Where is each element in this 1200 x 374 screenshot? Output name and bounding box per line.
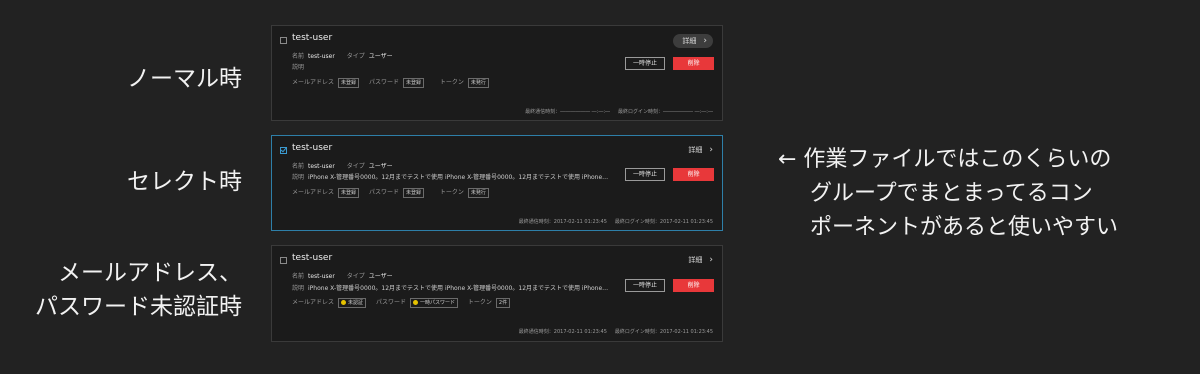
card-footer: 最終通信時刻：2017-02-11 01:23:45 最終ログイン時刻：2017-… (511, 328, 713, 335)
password-key: パスワード (368, 79, 399, 86)
status-row: メールアドレス 未認証 パスワード 一時パスワード トークン 2件 (292, 297, 518, 308)
email-status-tag: 未登録 (338, 187, 360, 198)
type-value: ユーザー (368, 163, 393, 170)
name-key: 名前 (292, 273, 305, 280)
description-row: 説明 iPhone X-管理番号0000。12月までテストで使用 iPhone X… (292, 283, 614, 292)
detail-label: 詳細 (682, 37, 697, 45)
password-status-text: 一時パスワード (419, 299, 455, 306)
type-key: タイプ (346, 53, 365, 60)
detail-link[interactable]: 詳細 › (673, 34, 713, 48)
type-key: タイプ (346, 163, 365, 170)
name-value: test-user (308, 273, 335, 280)
card-footer: 最終通信時刻：―――――― ―:―:― 最終ログイン時刻：―――――― ―:―:― (517, 108, 713, 115)
token-status-tag: 未発行 (467, 77, 489, 88)
warning-dot-icon (341, 299, 347, 305)
token-key: トークン (467, 299, 492, 306)
card-footer: 最終通信時刻：2017-02-11 01:23:45 最終ログイン時刻：2017-… (511, 218, 713, 225)
password-key: パスワード (368, 189, 399, 196)
name-type-row: 名前 test-user タイプ ユーザー (292, 271, 393, 280)
type-value: ユーザー (368, 53, 393, 60)
desc-key: 説明 (292, 64, 305, 71)
state-label-unverified-1: メールアドレス、 (58, 260, 242, 286)
card-username: test-user (292, 143, 333, 153)
chevron-right-icon: › (709, 255, 713, 265)
desc-value: iPhone X-管理番号0000。12月までテストで使用 iPhone X-管… (308, 285, 609, 292)
last-login-time: 最終ログイン時刻：2017-02-11 01:23:45 (614, 219, 713, 225)
delete-button[interactable]: 削除 (673, 57, 714, 70)
chevron-right-icon: › (703, 36, 707, 46)
email-status-tag: 未認証 (338, 297, 367, 308)
suspend-button[interactable]: 一時停止 (625, 57, 665, 70)
user-card-normal[interactable]: test-user 名前 test-user タイプ ユーザー 説明 メールアドレス… (271, 25, 723, 121)
type-value: ユーザー (368, 273, 393, 280)
annotation-note: ← 作業ファイルではこのくらいの グループでまとまってるコン ポーネントがあると… (778, 143, 1118, 245)
type-key: タイプ (346, 273, 365, 280)
state-label-selected: セレクト時 (127, 169, 242, 195)
detail-link[interactable]: 詳細 › (688, 145, 713, 155)
select-checkbox[interactable] (280, 257, 287, 264)
delete-button[interactable]: 削除 (673, 168, 714, 181)
desc-value: iPhone X-管理番号0000。12月までテストで使用 iPhone X-管… (308, 174, 609, 181)
password-key: パスワード (375, 299, 406, 306)
detail-label: 詳細 (688, 256, 703, 264)
token-status-tag: 2件 (495, 297, 511, 308)
user-card-selected[interactable]: test-user 名前 test-user タイプ ユーザー 説明 iPhone X… (271, 135, 723, 231)
last-communication-time: 最終通信時刻：2017-02-11 01:23:45 (518, 329, 607, 335)
suspend-button[interactable]: 一時停止 (625, 168, 665, 181)
detail-link[interactable]: 詳細 › (688, 255, 713, 265)
select-checkbox[interactable] (280, 37, 287, 44)
name-value: test-user (308, 163, 335, 170)
note-line-3: ポーネントがあると使いやすい (810, 215, 1119, 240)
name-key: 名前 (292, 163, 305, 170)
state-label-unverified-2: パスワード未認証時 (35, 294, 242, 320)
token-status-tag: 未発行 (467, 187, 489, 198)
password-status-tag: 未登録 (402, 77, 424, 88)
status-row: メールアドレス 未登録 パスワード 未登録 トークン 未発行 (292, 187, 497, 198)
state-label-normal: ノーマル時 (127, 66, 242, 92)
select-checkbox-checked[interactable] (280, 147, 287, 154)
email-status-tag: 未登録 (338, 77, 360, 88)
password-status-tag: 一時パスワード (409, 297, 458, 308)
detail-label: 詳細 (688, 146, 703, 154)
card-username: test-user (292, 33, 333, 43)
token-key: トークン (439, 189, 464, 196)
email-key: メールアドレス (292, 299, 335, 306)
delete-button[interactable]: 削除 (673, 279, 714, 292)
warning-dot-icon (412, 299, 418, 305)
last-login-time: 最終ログイン時刻：2017-02-11 01:23:45 (614, 329, 713, 335)
card-username: test-user (292, 253, 333, 263)
email-key: メールアドレス (292, 79, 335, 86)
user-card-unverified[interactable]: test-user 名前 test-user タイプ ユーザー 説明 iPhone X… (271, 245, 723, 342)
desc-key: 説明 (292, 174, 305, 181)
name-value: test-user (308, 53, 335, 60)
suspend-button[interactable]: 一時停止 (625, 279, 665, 292)
name-type-row: 名前 test-user タイプ ユーザー (292, 161, 393, 170)
desc-key: 説明 (292, 285, 305, 292)
description-row: 説明 iPhone X-管理番号0000。12月までテストで使用 iPhone X… (292, 172, 614, 181)
email-key: メールアドレス (292, 189, 335, 196)
last-login-time: 最終ログイン時刻：―――――― ―:―:― (618, 109, 713, 115)
status-row: メールアドレス 未登録 パスワード 未登録 トークン 未発行 (292, 77, 497, 88)
name-type-row: 名前 test-user タイプ ユーザー (292, 51, 393, 60)
name-key: 名前 (292, 53, 305, 60)
chevron-right-icon: › (709, 145, 713, 155)
note-line-1: ← 作業ファイルではこのくらいの (778, 147, 1112, 172)
note-line-2: グループでまとまってるコン (810, 181, 1093, 206)
email-status-text: 未認証 (348, 299, 364, 306)
token-key: トークン (439, 79, 464, 86)
password-status-tag: 未登録 (402, 187, 424, 198)
description-row: 説明 (292, 62, 614, 71)
last-communication-time: 最終通信時刻：―――――― ―:―:― (525, 109, 611, 115)
last-communication-time: 最終通信時刻：2017-02-11 01:23:45 (518, 219, 607, 225)
